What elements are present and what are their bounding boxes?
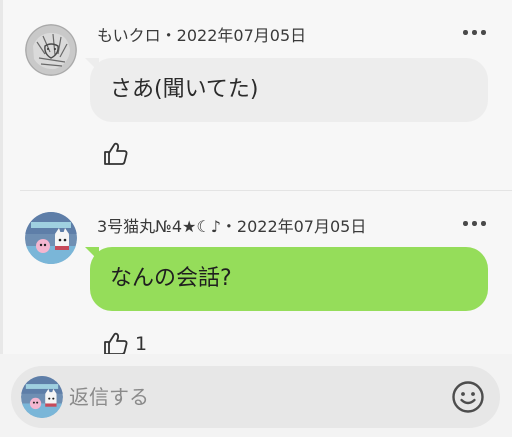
reply-bar: 返信する	[0, 354, 512, 437]
thumbs-up-icon	[104, 142, 128, 165]
like-button[interactable]: 1	[103, 332, 147, 354]
like-count: 1	[135, 333, 148, 354]
more-horizontal-icon[interactable]	[462, 217, 486, 229]
avatar[interactable]	[25, 212, 77, 264]
character-avatar-icon	[25, 212, 77, 264]
emoji-button[interactable]	[451, 380, 485, 414]
avatar[interactable]	[25, 24, 77, 76]
comment-thread: もいクロ・2022年07月05日 さあ(聞いてた) 3号猫丸№4★☾♪・2022…	[0, 0, 512, 354]
reply-placeholder: 返信する	[69, 385, 149, 409]
gray-sketch-avatar-icon	[25, 24, 77, 76]
like-button[interactable]	[103, 142, 129, 166]
avatar	[21, 376, 63, 418]
character-avatar-icon	[21, 376, 63, 418]
comment-item: もいクロ・2022年07月05日 さあ(聞いてた)	[0, 0, 512, 190]
comment-meta: もいクロ・2022年07月05日	[97, 26, 307, 45]
comment-meta: 3号猫丸№4★☾♪・2022年07月05日	[97, 217, 367, 236]
comment-bubble: なんの会話?	[90, 247, 488, 311]
comment-item: 3号猫丸№4★☾♪・2022年07月05日 なんの会話? 1	[0, 191, 512, 354]
reply-input[interactable]: 返信する	[11, 366, 500, 428]
thumbs-up-icon	[104, 332, 128, 354]
smiley-icon	[452, 381, 484, 413]
more-horizontal-icon[interactable]	[462, 26, 486, 38]
comment-bubble: さあ(聞いてた)	[90, 58, 488, 122]
